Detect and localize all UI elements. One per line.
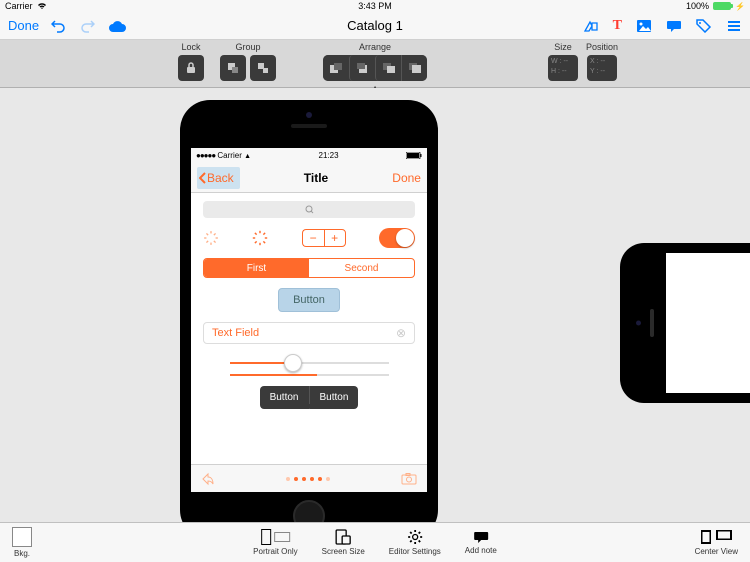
activity-indicator-small-icon[interactable] — [203, 230, 219, 246]
arrange-label: Arrange — [359, 42, 391, 52]
phone-battery-icon — [406, 152, 422, 159]
phone-nav-title: Title — [304, 171, 328, 185]
shape-tool-icon[interactable] — [583, 19, 599, 33]
stepper-plus[interactable]: + — [324, 229, 346, 247]
redo-icon[interactable] — [79, 19, 95, 33]
landscape-icon — [274, 532, 290, 542]
iphone-screen: ●●●●● Carrier ▲ 21:23 Back Title Done −+… — [191, 148, 427, 492]
cloud-icon[interactable] — [107, 19, 127, 33]
bottom-toolbar: Bkg. Portrait Only Screen Size Editor Se… — [0, 522, 750, 562]
clock: 3:43 PM — [358, 1, 392, 11]
chat-tool-icon[interactable] — [666, 19, 682, 33]
center-landscape-icon — [715, 529, 733, 541]
background-picker[interactable]: Bkg. — [12, 527, 32, 558]
note-icon — [473, 530, 489, 544]
arrange-back-button[interactable] — [323, 55, 349, 81]
group-label: Group — [235, 42, 260, 52]
center-view-button[interactable]: Center View — [695, 529, 738, 556]
phone-bottom-toolbar — [191, 464, 427, 492]
menu-icon[interactable] — [726, 19, 742, 33]
add-note-button[interactable]: Add note — [465, 530, 497, 555]
phone-done-button[interactable]: Done — [392, 171, 421, 185]
screen-size-icon — [334, 529, 352, 545]
undo-icon[interactable] — [51, 19, 67, 33]
phone-slider[interactable] — [230, 362, 389, 364]
phone-search-bar[interactable] — [203, 201, 415, 218]
size-label: Size — [554, 42, 572, 52]
wifi-icon — [37, 2, 47, 10]
iphone-device-mockup[interactable]: ●●●●● Carrier ▲ 21:23 Back Title Done −+… — [180, 100, 438, 522]
orientation-toggle[interactable]: Portrait Only — [253, 529, 297, 556]
tag-tool-icon[interactable] — [696, 19, 712, 33]
phone-button[interactable]: Button — [278, 288, 340, 312]
center-portrait-icon — [700, 529, 712, 545]
phone-action-sheet[interactable]: Button Button — [260, 386, 359, 409]
phone-back-button[interactable]: Back — [197, 167, 240, 189]
screen-size-button[interactable]: Screen Size — [322, 529, 365, 556]
activity-indicator-large-icon[interactable] — [252, 230, 268, 246]
group-button[interactable] — [220, 55, 246, 81]
battery-icon — [713, 2, 731, 10]
segment-second[interactable]: Second — [309, 259, 414, 277]
phone-share-icon[interactable] — [201, 472, 215, 486]
action-button-a[interactable]: Button — [260, 386, 310, 409]
phone-nav-bar: Back Title Done — [191, 163, 427, 193]
lock-label: Lock — [181, 42, 200, 52]
arrange-front-button[interactable] — [401, 55, 427, 81]
size-display[interactable]: W : --H : -- — [548, 55, 578, 81]
iphone-speaker — [291, 124, 327, 128]
stepper-minus[interactable]: − — [302, 229, 324, 247]
canvas[interactable]: ●●●●● Carrier ▲ 21:23 Back Title Done −+… — [0, 88, 750, 522]
bkg-swatch-icon — [12, 527, 32, 547]
arrange-backward-button[interactable] — [349, 55, 375, 81]
action-button-b[interactable]: Button — [310, 386, 359, 409]
editor-toolbar: Lock Group Arrange ▼ Size W : --H : -- P… — [0, 40, 750, 88]
ungroup-button[interactable] — [250, 55, 276, 81]
iphone-camera-dot — [306, 112, 312, 118]
phone-time: 21:23 — [319, 151, 339, 160]
editor-settings-button[interactable]: Editor Settings — [389, 529, 441, 556]
carrier-label: Carrier — [5, 1, 33, 11]
iphone2-screen — [666, 253, 750, 393]
phone-stepper[interactable]: −+ — [302, 229, 346, 247]
phone-segmented-control[interactable]: First Second — [203, 258, 415, 278]
battery-percent: 100% — [686, 1, 709, 11]
gear-icon — [407, 529, 423, 545]
ipad-status-bar: Carrier 3:43 PM 100% ⚡ — [0, 0, 750, 12]
phone-switch[interactable] — [379, 228, 415, 248]
page-indicator[interactable] — [286, 477, 330, 481]
phone-camera-icon[interactable] — [401, 473, 417, 485]
position-label: Position — [586, 42, 618, 52]
phone-status-bar: ●●●●● Carrier ▲ 21:23 — [191, 148, 427, 163]
iphone2-camera-dot — [636, 321, 641, 326]
done-button[interactable]: Done — [8, 18, 39, 33]
image-tool-icon[interactable] — [636, 19, 652, 33]
phone-textfield[interactable]: Text Field ⊗ — [203, 322, 415, 344]
document-title: Catalog 1 — [347, 18, 403, 33]
app-top-bar: Done Catalog 1 T — [0, 12, 750, 40]
iphone-landscape-mockup[interactable] — [620, 243, 750, 403]
phone-progress-bar — [230, 374, 389, 376]
lock-button[interactable] — [178, 55, 204, 81]
text-tool-icon[interactable]: T — [613, 18, 622, 34]
segment-first[interactable]: First — [204, 259, 309, 277]
arrange-forward-button[interactable] — [375, 55, 401, 81]
position-display[interactable]: X : --Y : -- — [587, 55, 617, 81]
textfield-clear-icon[interactable]: ⊗ — [396, 326, 406, 340]
iphone-home-button — [293, 500, 325, 522]
portrait-icon — [261, 529, 271, 545]
slider-thumb[interactable] — [284, 354, 302, 372]
charging-icon: ⚡ — [735, 2, 745, 11]
textfield-placeholder: Text Field — [212, 327, 259, 339]
iphone2-speaker — [650, 309, 654, 337]
